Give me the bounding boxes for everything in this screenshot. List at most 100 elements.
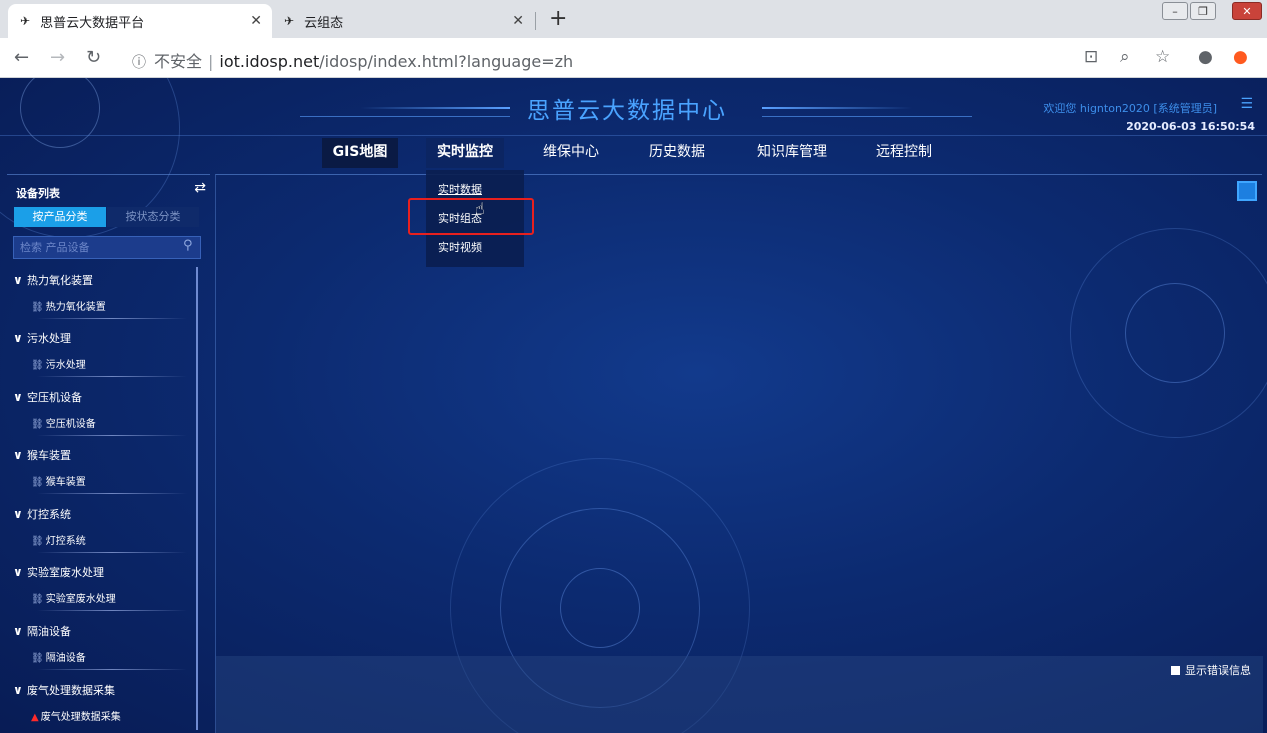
back-arrow-icon[interactable]: ←: [14, 47, 29, 68]
tab-separator: [535, 12, 536, 30]
device-group-name: 灯控系统: [27, 508, 71, 521]
url-separator: |: [208, 52, 214, 71]
device-group-header[interactable]: ∨ 热力氧化装置: [13, 272, 93, 288]
device-item-name: 污水处理: [45, 360, 86, 371]
chevron-down-icon[interactable]: ∨: [13, 273, 27, 287]
device-group-name: 污水处理: [27, 332, 71, 345]
device-group-header[interactable]: ∨ 灯控系统: [13, 506, 71, 522]
forward-arrow-icon[interactable]: →: [50, 47, 65, 68]
url-path: /idosp/index.html?language=zh: [319, 52, 574, 71]
device-item[interactable]: ▲ 废气处理数据采集: [31, 708, 121, 723]
title-deco-line-right: [762, 116, 972, 117]
translate-icon[interactable]: ⊡: [1084, 47, 1098, 67]
link-icon: ⛓: [31, 536, 44, 547]
minimize-window-icon[interactable]: –: [1162, 2, 1188, 20]
chevron-down-icon[interactable]: ∨: [13, 683, 27, 697]
device-group-name: 空压机设备: [27, 391, 82, 404]
main-content-panel: 显示错误信息: [215, 174, 1263, 733]
device-group-header[interactable]: ∨ 实验室废水处理: [13, 564, 104, 580]
device-item-name: 猴车装置: [45, 477, 86, 488]
device-group-header[interactable]: ∨ 猴车装置: [13, 447, 71, 463]
device-item-name: 灯控系统: [45, 536, 86, 547]
url-field[interactable]: ⓘ 不安全 | iot.idosp.net/idosp/index.html?lang…: [132, 48, 573, 72]
device-item[interactable]: ⛓ 隔油设备: [31, 649, 86, 664]
browser-tab-platform[interactable]: ✈ 思普云大数据平台 ✕: [8, 4, 272, 38]
nav-gis-map[interactable]: GIS地图: [322, 138, 398, 168]
nav-knowledge-base[interactable]: 知识库管理: [748, 138, 836, 168]
device-group-header[interactable]: ∨ 空压机设备: [13, 389, 82, 405]
chevron-down-icon[interactable]: ∨: [13, 448, 27, 462]
nav-remote-control[interactable]: 远程控制: [866, 138, 942, 168]
main-nav: GIS地图 实时监控 维保中心 历史数据 知识库管理 远程控制: [0, 138, 1267, 168]
close-tab-icon[interactable]: ✕: [512, 13, 524, 29]
group-divider: [37, 318, 187, 319]
welcome-user-text[interactable]: 欢迎您 hignton2020 [系统管理员]: [1043, 100, 1217, 116]
chevron-down-icon[interactable]: ∨: [13, 331, 27, 345]
fullscreen-icon[interactable]: [1237, 181, 1257, 201]
url-host: iot.idosp.net: [219, 52, 320, 71]
chevron-down-icon[interactable]: ∨: [13, 565, 27, 579]
browser-tab-title: 云组态: [304, 15, 344, 31]
link-icon: ⛓: [31, 419, 44, 430]
profile-icon[interactable]: ●: [1198, 47, 1213, 67]
device-group-name: 热力氧化装置: [27, 274, 93, 287]
highlight-box: [408, 198, 534, 235]
menu-list-icon[interactable]: ☰: [1240, 96, 1253, 112]
sidebar-title: 设备列表: [16, 187, 60, 200]
device-search-input[interactable]: [13, 236, 201, 259]
tab-by-product[interactable]: 按产品分类: [14, 207, 106, 227]
device-item[interactable]: ⛓ 猴车装置: [31, 473, 86, 488]
site-title: 思普云大数据中心: [527, 98, 727, 124]
nav-realtime-monitor[interactable]: 实时监控: [426, 138, 504, 168]
extension-update-icon[interactable]: ●: [1233, 47, 1248, 67]
group-divider: [37, 376, 187, 377]
app-root: 思普云大数据中心 欢迎您 hignton2020 [系统管理员] ☰ 2020-…: [0, 78, 1267, 733]
group-divider: [37, 435, 187, 436]
device-item-name: 废气处理数据采集: [40, 712, 121, 723]
title-deco-line-left: [300, 116, 510, 117]
chevron-down-icon[interactable]: ∨: [13, 390, 27, 404]
device-item[interactable]: ⛓ 灯控系统: [31, 532, 86, 547]
reload-icon[interactable]: ↻: [86, 47, 101, 68]
group-divider: [37, 552, 187, 553]
device-item-name: 隔油设备: [45, 653, 86, 664]
device-group-name: 废气处理数据采集: [27, 684, 115, 697]
close-tab-icon[interactable]: ✕: [250, 13, 262, 29]
device-item-name: 实验室废水处理: [45, 594, 116, 605]
site-favicon-icon: ✈: [284, 14, 295, 28]
device-group-name: 实验室废水处理: [27, 566, 104, 579]
close-window-icon[interactable]: ✕: [1232, 2, 1262, 20]
device-item[interactable]: ⛓ 空压机设备: [31, 415, 96, 430]
device-item[interactable]: ⛓ 实验室废水处理: [31, 590, 116, 605]
link-icon: ⛓: [31, 594, 44, 605]
menu-item-realtime-video[interactable]: 实时视频: [438, 239, 482, 255]
swap-arrows-icon[interactable]: ⇄: [194, 180, 206, 196]
chevron-down-icon[interactable]: ∨: [13, 624, 27, 638]
browser-tab-config[interactable]: ✈ 云组态 ✕: [272, 4, 534, 38]
checkbox-square-icon[interactable]: [1171, 665, 1180, 675]
link-icon: ⛓: [31, 302, 44, 313]
info-circle-icon[interactable]: ⓘ: [132, 55, 146, 71]
new-tab-plus-icon[interactable]: +: [549, 6, 567, 31]
nav-history-data[interactable]: 历史数据: [639, 138, 715, 168]
device-group-name: 猴车装置: [27, 449, 71, 462]
error-info-panel: 显示错误信息: [216, 656, 1263, 733]
device-group-header[interactable]: ∨ 隔油设备: [13, 623, 71, 639]
device-group-header[interactable]: ∨ 废气处理数据采集: [13, 682, 115, 698]
device-group-header[interactable]: ∨ 污水处理: [13, 330, 71, 346]
device-item[interactable]: ⛓ 污水处理: [31, 356, 86, 371]
site-favicon-icon: ✈: [20, 14, 31, 28]
chevron-down-icon[interactable]: ∨: [13, 507, 27, 521]
zoom-icon[interactable]: ⌕: [1120, 47, 1130, 67]
show-error-checkbox[interactable]: 显示错误信息: [1171, 662, 1251, 678]
bookmark-star-icon[interactable]: ☆: [1155, 47, 1170, 67]
app-header: 思普云大数据中心 欢迎您 hignton2020 [系统管理员] ☰ 2020-…: [0, 78, 1267, 172]
warning-triangle-icon: ▲: [31, 712, 39, 723]
search-icon[interactable]: ⚲: [183, 238, 193, 253]
nav-maintenance-center[interactable]: 维保中心: [533, 138, 609, 168]
sidebar-scrollbar[interactable]: [196, 267, 198, 730]
menu-item-realtime-data[interactable]: 实时数据: [438, 181, 482, 197]
restore-window-icon[interactable]: ❐: [1190, 2, 1216, 20]
device-item[interactable]: ⛓ 热力氧化装置: [31, 298, 106, 313]
tab-by-status[interactable]: 按状态分类: [107, 207, 199, 227]
